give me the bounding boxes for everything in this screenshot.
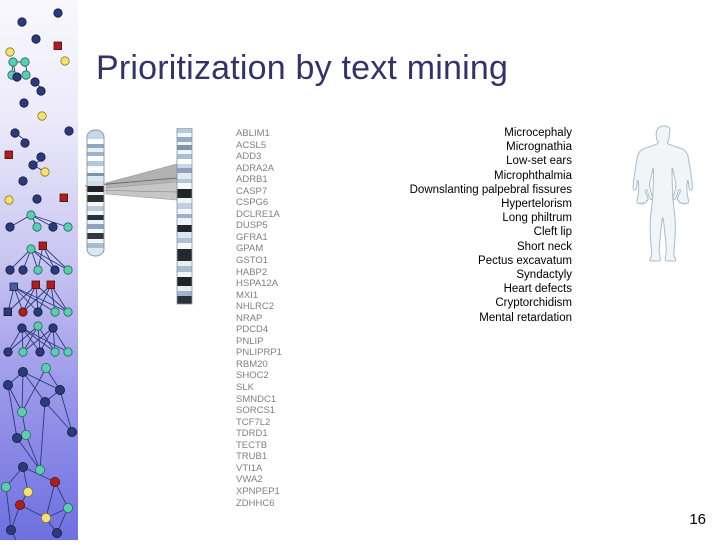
gene-list-item: SORCS1 xyxy=(236,405,276,417)
network-graph-sidebar xyxy=(0,0,78,545)
gene-list-item: GPAM xyxy=(236,243,264,255)
phenotype-list-item: Pectus excavatum xyxy=(478,254,572,267)
phenotype-list-item: Heart defects xyxy=(503,283,572,296)
whole-chromosome-ideogram xyxy=(86,129,105,257)
gene-list-item: NHLRC2 xyxy=(236,301,275,313)
gene-symbol-list: ABLIM1 ACSL5 ADD3 ADRA2A ADRB1 CASP7 CSPG6 DCLR… xyxy=(236,128,326,509)
network-graph-svg xyxy=(0,0,78,545)
gene-list-item: CASP7 xyxy=(236,185,268,197)
gene-list-item: ADD3 xyxy=(236,151,262,163)
gene-list-item: DCLRE1A xyxy=(236,208,280,220)
gene-list-item: SMNDC1 xyxy=(236,393,277,405)
phenotype-list-item: Hypertelorism xyxy=(501,198,572,211)
gene-list-item: XPNPEP1 xyxy=(236,485,280,497)
gene-list-item: ACSL5 xyxy=(236,139,267,151)
gene-list-item: VTI1A xyxy=(236,462,263,474)
gene-list-item: TCF7L2 xyxy=(236,416,271,428)
gene-list-item: ZDHHC6 xyxy=(236,497,275,509)
phenotype-list-item: Downslanting palpebral fissures xyxy=(409,183,572,196)
phenotype-list-item: Long philtrum xyxy=(502,212,572,225)
zoomed-chromosome-region xyxy=(176,127,193,305)
chromosome-ideogram-group xyxy=(84,127,200,305)
gene-list-item: MXI1 xyxy=(236,289,259,301)
phenotype-list-item: Syndactyly xyxy=(516,269,572,282)
phenotype-list-item: Microcephaly xyxy=(504,127,572,139)
phenotype-term-list: Microcephaly Micrognathia Low-set ears Micr… xyxy=(360,126,572,325)
gene-list-item: GFRA1 xyxy=(236,231,268,243)
gene-list-item: ABLIM1 xyxy=(236,128,270,139)
gene-list-item: ADRA2A xyxy=(236,162,275,174)
phenotype-list-item: Cleft lip xyxy=(533,226,572,239)
phenotype-list-item: Short neck xyxy=(517,240,572,253)
gene-list-item: HSPA12A xyxy=(236,278,279,290)
gene-list-item: PDCD4 xyxy=(236,324,269,336)
gene-list-item: SHOC2 xyxy=(236,370,269,382)
gene-list-item: RBM20 xyxy=(236,358,268,370)
ideogram-svg xyxy=(84,127,193,305)
gene-list-item: TECTB xyxy=(236,439,268,451)
gene-list-item: SLK xyxy=(236,382,254,394)
gene-list-item: DUSP5 xyxy=(236,220,268,232)
human-body-icon xyxy=(632,125,693,262)
gene-list-item: CSPG6 xyxy=(236,197,269,209)
phenotype-list-item: Low-set ears xyxy=(506,155,572,168)
gene-list-item: GSTO1 xyxy=(236,255,269,267)
page-number: 16 xyxy=(689,511,706,528)
gene-list-item: NRAP xyxy=(236,312,263,324)
gene-list-item: VWA2 xyxy=(236,474,263,486)
phenotype-list-item: Mental retardation xyxy=(479,311,572,324)
phenotype-list-item: Microphthalmia xyxy=(494,169,572,182)
phenotype-list-item: Cryptorchidism xyxy=(495,297,572,310)
human-body-silhouette xyxy=(618,122,710,274)
gene-list-item: ADRB1 xyxy=(236,174,268,186)
page-title: Prioritization by text mining xyxy=(96,49,509,87)
gene-list-item: PNLIPRP1 xyxy=(236,347,282,359)
gene-list-item: TRUB1 xyxy=(236,451,268,463)
phenotype-list-item: Micrognathia xyxy=(506,141,572,154)
gene-list-item: PNLIP xyxy=(236,335,264,347)
gene-list-item: TDRD1 xyxy=(236,428,268,440)
gene-list-item: HABP2 xyxy=(236,266,268,278)
